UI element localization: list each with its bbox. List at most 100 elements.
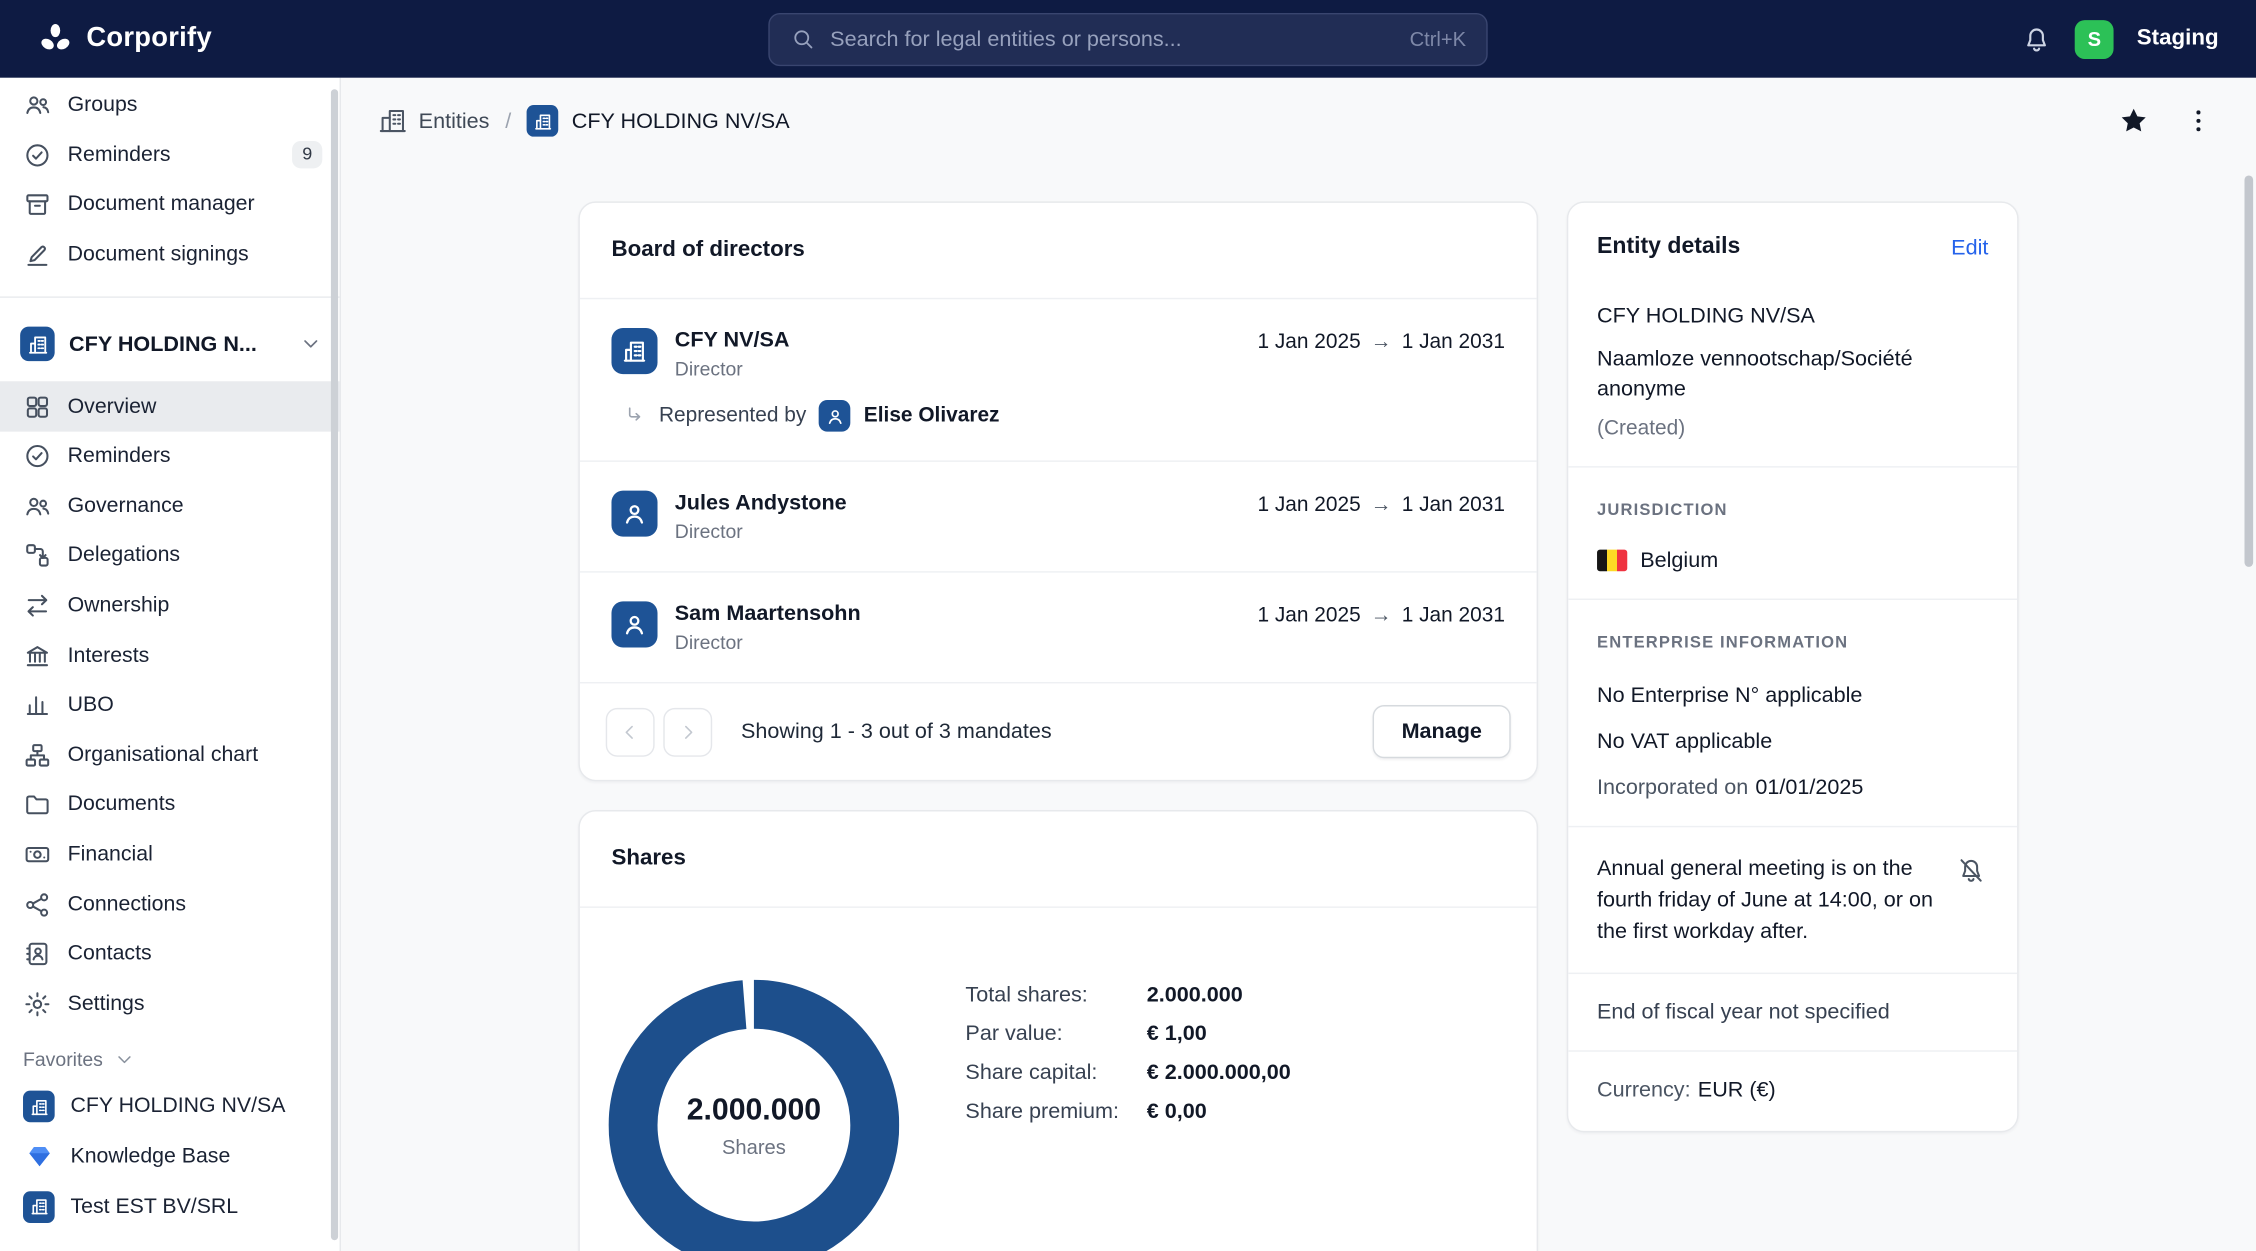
sidebar-item-ubo[interactable]: UBO [0,680,340,730]
entity-avatar-icon [527,105,559,137]
board-of-directors-card: Board of directors CFY NV/SA Director 1 … [578,201,1539,782]
sidebar-item-connections[interactable]: Connections [0,880,340,930]
elbow-arrow-icon [623,404,646,427]
shares-card-title: Shares [579,811,1537,908]
shares-donut-chart: 2.000.000 Shares [608,979,900,1251]
mandate-row[interactable]: CFY NV/SA Director 1 Jan 2025 → 1 Jan 20… [579,299,1537,462]
sidebar-item-label: Financial [67,843,153,867]
mandate-row[interactable]: Sam Maartensohn Director 1 Jan 2025 → 1 … [579,573,1537,684]
main-scrollbar[interactable] [2244,175,2254,567]
brand-name: Corporify [86,23,212,54]
donut-center: 2.000.000 Shares [609,980,900,1251]
represented-by-label: Represented by [658,404,807,428]
sidebar-item-reminders[interactable]: Reminders 9 [0,130,340,180]
currency-value: EUR (€) [1697,1078,1776,1103]
favorite-star-button[interactable] [2118,105,2150,137]
sidebar-item-label: Ownership [67,594,170,618]
sidebar-item-ownership[interactable]: Ownership [0,581,340,631]
delegation-icon [23,542,52,571]
search-input[interactable] [830,26,1396,52]
breadcrumb-entities[interactable]: Entities [378,106,489,135]
mandate-role: Director [674,631,743,654]
entity-status: (Created) [1597,417,1686,441]
stat-label: Par value: [965,1021,1063,1046]
folder-icon [23,790,52,819]
knowledge-base-gem-icon [23,1141,55,1173]
environment-label: Staging [2136,25,2219,51]
notifications-bell-icon[interactable] [2022,24,2052,54]
stat-value: 2.000.000 [1146,982,1243,1008]
topbar-right: S Staging [2022,19,2219,59]
entity-avatar-icon [23,1091,55,1123]
chevron-right-icon [676,720,699,743]
sidebar-item-document-manager[interactable]: Document manager [0,180,340,230]
manage-button[interactable]: Manage [1372,705,1511,759]
sidebar-item-interests[interactable]: Interests [0,631,340,681]
sidebar-item-documents[interactable]: Documents [0,780,340,830]
vat-line: No VAT applicable [1597,729,1773,754]
shares-card: Shares 2.000.000 Shares Total shares: 2.… [578,810,1539,1251]
sidebar-item-governance[interactable]: Governance [0,481,340,531]
edit-entity-link[interactable]: Edit [1951,235,1988,259]
more-options-button[interactable] [2184,106,2213,135]
pagination-next-button[interactable] [663,707,713,757]
sidebar-global-section: Groups Reminders 9 Document manager Document… [0,81,340,280]
bell-slash-icon[interactable] [1957,856,1986,885]
global-search[interactable]: Ctrl+K [768,12,1488,66]
left-column: Board of directors CFY NV/SA Director 1 … [578,201,1539,1251]
entity-selector-label: CFY HOLDING N... [69,332,257,357]
mandate-name[interactable]: Sam Maartensohn [675,601,861,625]
favorite-item-test-est-bv-srl[interactable]: Test EST BV/SRL [0,1182,340,1232]
favorite-item-knowledge-base[interactable]: Knowledge Base [0,1132,340,1182]
sidebar-item-label: UBO [67,693,114,717]
favorites-section-toggle[interactable]: Favorites [0,1029,340,1082]
representative-name[interactable]: Elise Olivarez [864,404,1000,427]
gear-icon [23,990,52,1019]
sidebar-item-overview[interactable]: Overview [0,381,340,432]
sidebar-item-label: Organisational chart [67,743,259,767]
sidebar-item-label: Settings [67,992,145,1016]
jurisdiction-value: Belgium [1640,548,1719,573]
brand[interactable]: Corporify [37,21,212,57]
sidebar-item-financial[interactable]: Financial [0,830,340,880]
groups-icon [23,492,52,521]
entity-details-title: Entity details [1597,234,1741,259]
incorporated-row: Incorporated on 01/01/2025 [1597,776,1988,800]
sidebar-scrollbar[interactable] [330,89,339,1240]
sidebar-item-reminders[interactable]: Reminders [0,432,340,482]
entity-selector[interactable]: CFY HOLDING N... [0,316,340,374]
sidebar-item-groups[interactable]: Groups [0,81,340,131]
agm-info: Annual general meeting is on the fourth … [1597,853,1988,947]
sidebar-item-organisational-chart[interactable]: Organisational chart [0,730,340,780]
fiscal-year-text: End of fiscal year not specified [1597,1000,1890,1025]
breadcrumb-current-entity[interactable]: CFY HOLDING NV/SA [527,105,790,137]
mandate-dates: 1 Jan 2025 → 1 Jan 2031 [1257,493,1505,517]
sidebar-item-label: Interests [67,644,150,668]
arrow-right-icon: → [1370,330,1392,354]
user-avatar[interactable]: S [2074,19,2114,59]
entity-avatar-icon [23,1190,55,1223]
content-area: Board of directors CFY NV/SA Director 1 … [341,164,2256,1251]
currency-label: Currency: [1597,1078,1691,1103]
pagination-prev-button[interactable] [605,707,655,757]
contacts-icon [23,940,52,969]
sidebar-item-settings[interactable]: Settings [0,979,340,1029]
sidebar-item-document-signings[interactable]: Document signings [0,230,340,280]
mandate-row[interactable]: Jules Andystone Director 1 Jan 2025 → 1 … [579,462,1537,573]
sidebar-item-contacts[interactable]: Contacts [0,929,340,979]
check-circle-icon [23,442,52,471]
favorite-item-cfy-holding-nv-sa[interactable]: CFY HOLDING NV/SA [0,1082,340,1132]
agm-text: Annual general meeting is on the fourth … [1597,856,1933,944]
mandate-name[interactable]: Jules Andystone [675,491,847,515]
donut-label: Shares [721,1134,786,1158]
sidebar-item-delegations[interactable]: Delegations [0,531,340,581]
sidebar-item-label: Knowledge Base [70,1145,231,1169]
mandate-name[interactable]: CFY NV/SA [675,328,790,352]
sidebar-item-label: Connections [67,892,186,916]
divider [1568,825,2018,828]
sidebar-item-label: Contacts [67,942,152,966]
breadcrumb-separator: / [505,108,512,134]
swap-icon [23,591,52,620]
right-column: Entity details Edit CFY HOLDING NV/SA Na… [1566,201,2019,1133]
arrow-right-icon: → [1370,604,1392,628]
